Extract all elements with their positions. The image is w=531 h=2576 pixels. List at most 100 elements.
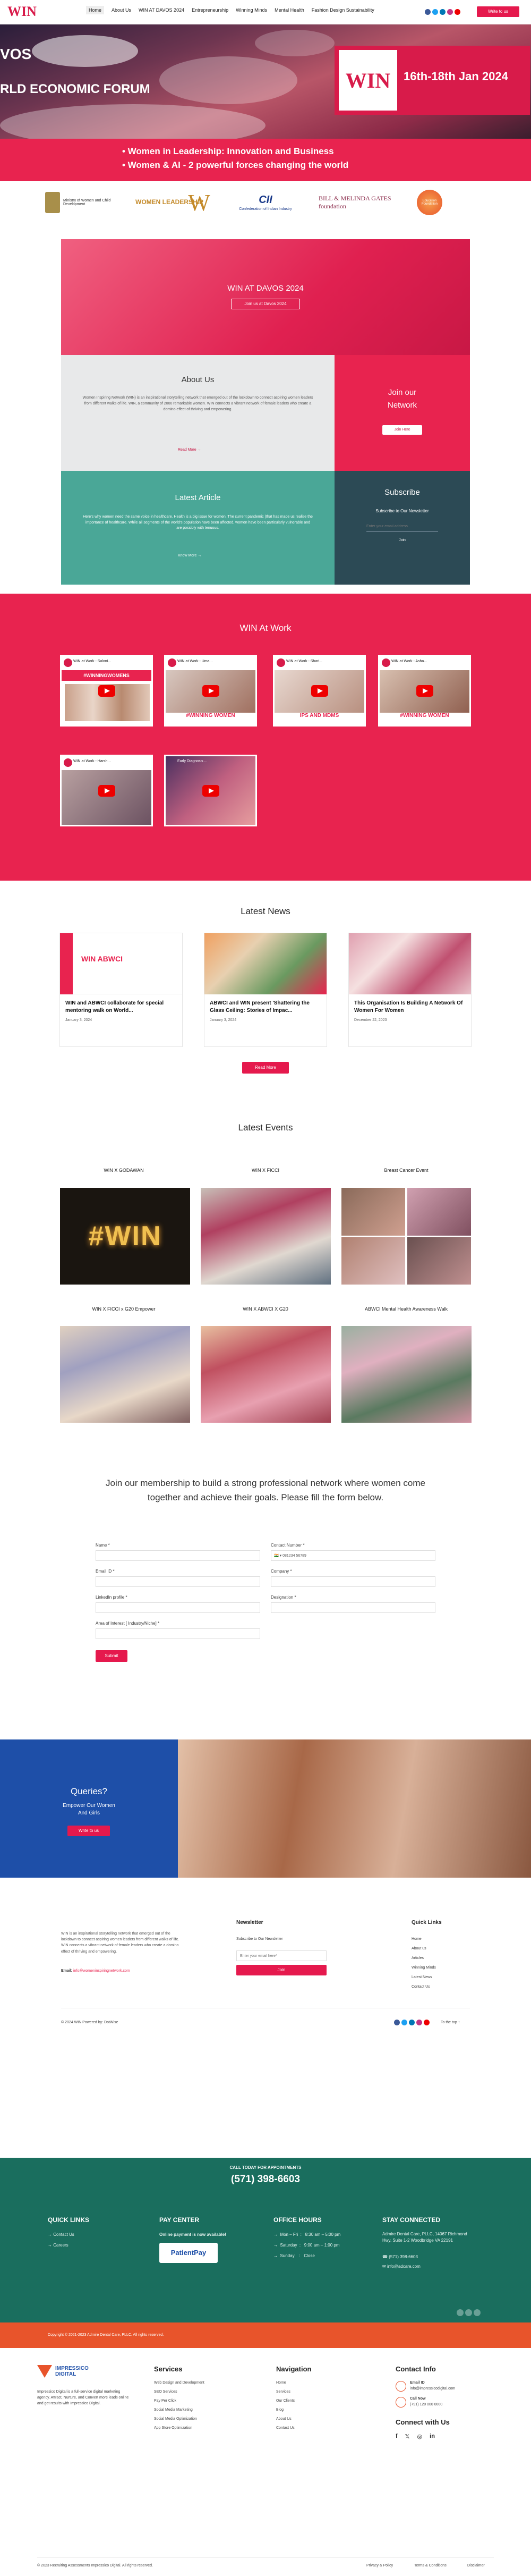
event-image[interactable] <box>201 1326 331 1423</box>
video-card[interactable]: WIN at Work - Harsh... <box>60 755 153 826</box>
event-image[interactable] <box>341 1237 405 1285</box>
twitter-icon[interactable] <box>465 2309 472 2316</box>
service-link[interactable]: SEO Services <box>154 2390 177 2394</box>
service-link[interactable]: Pay Per Click <box>154 2399 176 2403</box>
video-card[interactable]: WIN at Work - Saloni... #WINNINGWOMENS <box>60 655 153 727</box>
twitter-icon[interactable] <box>432 9 438 15</box>
play-icon[interactable] <box>202 685 219 697</box>
play-icon[interactable] <box>98 685 115 697</box>
service-link[interactable]: Social Media Marketing <box>154 2408 193 2412</box>
instagram-icon[interactable] <box>474 2309 481 2316</box>
nav-link[interactable]: About Us <box>276 2417 292 2421</box>
nav-about[interactable]: About Us <box>112 7 131 14</box>
service-link[interactable]: App Store Optimization <box>154 2426 192 2430</box>
news-headline[interactable]: This Organisation Is Building A Network … <box>349 994 471 1014</box>
video-card[interactable]: WIN at Work - Asha... #WINNING WOMEN <box>378 655 471 727</box>
news-read-more-button[interactable]: Read More <box>242 1062 289 1074</box>
quick-link-home[interactable]: Home <box>412 1937 422 1941</box>
video-card[interactable]: WIN at Work - Uma... #WINNING WOMEN <box>164 655 257 727</box>
quick-link-contact[interactable]: Contact Us <box>412 1985 430 1989</box>
to-top-link[interactable]: To the top ↑ <box>441 2021 460 2024</box>
terms-link[interactable]: Terms & Conditions <box>414 2564 447 2567</box>
play-icon[interactable] <box>416 685 433 697</box>
facebook-icon[interactable] <box>457 2309 464 2316</box>
instagram-icon[interactable]: ◎ <box>417 2433 423 2440</box>
queries-write-button[interactable]: Write to us <box>67 1826 110 1836</box>
logo[interactable]: WIN <box>7 4 37 20</box>
impressico-logo[interactable]: IMPRESSICO DIGITAL <box>37 2365 98 2378</box>
write-to-us-button[interactable]: Write to us <box>477 6 519 17</box>
video-card[interactable]: WIN at Work - Shari... IPS AND MDMS <box>273 655 366 727</box>
linkedin-icon[interactable]: in <box>430 2433 435 2440</box>
facebook-icon[interactable]: f <box>396 2433 398 2440</box>
nav-link[interactable]: Blog <box>276 2408 284 2412</box>
nav-davos[interactable]: WIN AT DAVOS 2024 <box>139 7 184 14</box>
quick-link-about[interactable]: About us <box>412 1947 426 1950</box>
subscribe-email-input[interactable] <box>366 522 438 531</box>
twitter-icon[interactable]: 𝕏 <box>405 2433 410 2440</box>
event-image[interactable]: #WIN <box>60 1188 190 1285</box>
facebook-icon[interactable] <box>425 9 431 15</box>
play-icon[interactable] <box>311 685 328 697</box>
article-know-more[interactable]: Know More → <box>178 554 201 558</box>
quick-link-articles[interactable]: Articles <box>412 1956 424 1960</box>
about-read-more[interactable]: Read More → <box>178 448 201 452</box>
nav-winning-minds[interactable]: Winning Minds <box>236 7 267 14</box>
nav-entrepreneurship[interactable]: Entrepreneurship <box>192 7 228 14</box>
event-image[interactable] <box>60 1326 190 1423</box>
news-card[interactable]: This Organisation Is Building A Network … <box>348 933 472 1047</box>
service-link[interactable]: Web Design and Development <box>154 2381 204 2385</box>
play-icon[interactable] <box>98 784 115 797</box>
email-2[interactable]: ✉ info@adcare.com <box>382 2264 421 2269</box>
news-headline[interactable]: ABWCI and WIN present 'Shattering the Gl… <box>204 994 327 1014</box>
twitter-icon[interactable] <box>401 2020 407 2025</box>
nav-link[interactable]: Our Clients <box>276 2399 295 2403</box>
linkedin-icon[interactable] <box>440 9 446 15</box>
service-link[interactable]: Social Media Optimization <box>154 2417 197 2421</box>
phone-value[interactable]: (+91) 120 000 0000 <box>410 2403 442 2406</box>
event-image[interactable] <box>341 1188 405 1236</box>
facebook-icon[interactable] <box>394 2020 400 2025</box>
event-image[interactable] <box>407 1188 471 1236</box>
nav-link[interactable]: Services <box>276 2390 290 2394</box>
linkedin-input[interactable] <box>96 1602 260 1613</box>
disclaimer-link[interactable]: Disclaimer <box>467 2564 485 2567</box>
email-value[interactable]: info@impressicodigital.com <box>410 2387 455 2391</box>
join-network-button[interactable]: Join Here <box>382 425 422 435</box>
quick-link-latest-news[interactable]: Latest News <box>412 1975 432 1979</box>
email-input[interactable] <box>96 1576 260 1587</box>
footer-email-link[interactable]: info@womeninspiringnetwork.com <box>73 1969 130 1973</box>
play-icon[interactable] <box>202 784 219 797</box>
patientpay-logo[interactable]: PatientPay <box>159 2243 218 2263</box>
phone-2[interactable]: ☎ (571) 398-6603 <box>382 2254 418 2259</box>
join-davos-button[interactable]: Join us at Davos 2024 <box>231 299 300 309</box>
linkedin-icon[interactable] <box>409 2020 415 2025</box>
nav-mental-health[interactable]: Mental Health <box>275 7 304 14</box>
privacy-link[interactable]: Privacy & Policy <box>366 2564 393 2567</box>
g-link-careers[interactable]: → Careers <box>48 2243 68 2248</box>
newsletter-input[interactable] <box>236 1950 327 1961</box>
newsletter-join-button[interactable]: Join <box>236 1965 327 1975</box>
subscribe-join-button[interactable]: Join <box>366 536 438 545</box>
news-card[interactable]: WIN ABWCI WIN and ABWCI collaborate for … <box>59 933 183 1047</box>
news-card[interactable]: ABWCI and WIN present 'Shattering the Gl… <box>204 933 327 1047</box>
youtube-icon[interactable] <box>455 9 460 15</box>
instagram-icon[interactable] <box>447 9 453 15</box>
g-link-contact[interactable]: → Contact Us <box>48 2232 74 2237</box>
event-image[interactable] <box>201 1188 331 1285</box>
instagram-icon[interactable] <box>416 2020 422 2025</box>
event-image[interactable] <box>341 1326 472 1423</box>
designation-input[interactable] <box>271 1602 435 1613</box>
nav-home[interactable]: Home <box>86 6 105 14</box>
submit-button[interactable]: Submit <box>96 1650 127 1662</box>
interest-input[interactable] <box>96 1628 260 1639</box>
contact-input[interactable]: 🇮🇳 ▾ 081234 56789 <box>271 1550 435 1561</box>
event-image[interactable] <box>407 1237 471 1285</box>
nav-link[interactable]: Home <box>276 2381 286 2385</box>
youtube-icon[interactable] <box>424 2020 430 2025</box>
news-headline[interactable]: WIN and ABWCI collaborate for special me… <box>60 994 182 1014</box>
company-input[interactable] <box>271 1576 435 1587</box>
nav-link[interactable]: Contact Us <box>276 2426 295 2430</box>
call-phone[interactable]: (571) 398-6603 <box>0 2174 531 2185</box>
nav-fashion[interactable]: Fashion Design Sustainability <box>312 7 374 14</box>
